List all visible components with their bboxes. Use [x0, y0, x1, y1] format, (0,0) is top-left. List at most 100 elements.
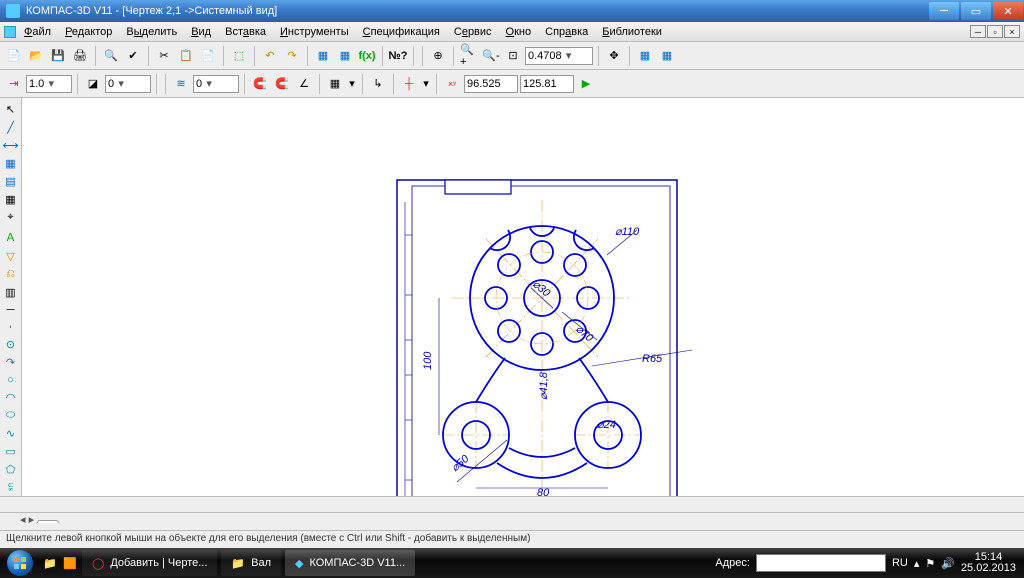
- drawing-canvas[interactable]: ⌀110 ⌀70 ⌀30 R65 ⌀24 ⌀50 80 100 ⌀41,8: [22, 98, 1024, 496]
- menu-insert[interactable]: Вставка: [219, 24, 272, 40]
- menu-select[interactable]: Выделить: [120, 24, 183, 40]
- cut-icon[interactable]: ✂: [154, 46, 174, 66]
- maximize-button[interactable]: ▭: [961, 2, 991, 20]
- coord-y[interactable]: 125.81: [520, 75, 574, 93]
- address-input[interactable]: [756, 554, 886, 572]
- ortho-icon[interactable]: ↳: [368, 74, 388, 94]
- spec-icon[interactable]: ⎌: [2, 267, 20, 282]
- vars-icon[interactable]: f(x): [357, 46, 377, 66]
- doc-tab[interactable]: [37, 520, 59, 523]
- mdi-close[interactable]: ×: [1004, 25, 1020, 38]
- local-cs-icon[interactable]: ┼: [399, 74, 419, 94]
- refresh-icon[interactable]: ▦: [657, 46, 677, 66]
- layer-icon[interactable]: ◪: [83, 74, 103, 94]
- open-icon[interactable]: 📂: [26, 46, 46, 66]
- param-icon[interactable]: ▽: [2, 249, 20, 264]
- layers-icon[interactable]: ▦: [335, 46, 355, 66]
- new-doc-icon[interactable]: 📄: [4, 46, 24, 66]
- copy-icon[interactable]: 📋: [176, 46, 196, 66]
- lang-indicator[interactable]: RU: [892, 557, 908, 569]
- line-icon[interactable]: ╱: [2, 120, 20, 135]
- menu-libs[interactable]: Библиотеки: [596, 24, 668, 40]
- undo-icon[interactable]: ↶: [260, 46, 280, 66]
- grid-dd-icon[interactable]: ▾: [347, 74, 357, 94]
- menu-edit[interactable]: Редактор: [59, 24, 118, 40]
- cont-icon[interactable]: ⫋: [2, 480, 20, 495]
- tray-vol-icon[interactable]: 🔊: [941, 557, 955, 570]
- tray-flag-icon[interactable]: ⚑: [925, 557, 935, 570]
- coord-x[interactable]: 96.525: [464, 75, 518, 93]
- mdi-min[interactable]: ─: [970, 25, 986, 38]
- local-dd-icon[interactable]: ▾: [421, 74, 431, 94]
- start-button[interactable]: [0, 548, 40, 578]
- grid-icon[interactable]: ▦: [325, 74, 345, 94]
- circ-icon[interactable]: ○: [2, 373, 20, 387]
- zoom-all-icon[interactable]: ⊕: [428, 46, 448, 66]
- tray-address-label: Адрес:: [715, 557, 750, 569]
- menu-file[interactable]: Файл: [18, 24, 57, 40]
- spline-icon[interactable]: ∿: [2, 426, 20, 441]
- zoom-in-icon[interactable]: 🔍+: [459, 46, 479, 66]
- redraw-icon[interactable]: ▦: [635, 46, 655, 66]
- pt-icon[interactable]: ·: [2, 320, 20, 334]
- print-icon[interactable]: 🖨: [70, 46, 90, 66]
- paste-icon[interactable]: 📄: [198, 46, 218, 66]
- style-combo[interactable]: 0▾: [193, 75, 239, 93]
- mdi-max[interactable]: ▫: [987, 25, 1003, 38]
- text-icon[interactable]: ▦: [2, 156, 20, 171]
- seg-icon[interactable]: ↷: [2, 355, 20, 370]
- minimize-button[interactable]: ─: [929, 2, 959, 20]
- coord-icon[interactable]: ×ʸ: [442, 74, 462, 94]
- hatch-icon[interactable]: ▤: [2, 174, 20, 189]
- pan-icon[interactable]: ✥: [604, 46, 624, 66]
- grid-step-icon[interactable]: ⇥: [4, 74, 24, 94]
- ell-icon[interactable]: ⬭: [2, 408, 20, 423]
- redo-icon[interactable]: ↷: [282, 46, 302, 66]
- arc-icon[interactable]: ◠: [2, 390, 20, 405]
- select-icon[interactable]: ↖: [2, 102, 20, 117]
- layer-combo[interactable]: 0▾: [105, 75, 151, 93]
- style-icon[interactable]: ≋: [171, 74, 191, 94]
- table-icon[interactable]: ▦: [2, 192, 20, 207]
- task-folder[interactable]: 📁Вал: [221, 550, 281, 576]
- mdi-icon[interactable]: [4, 26, 16, 38]
- snap1-icon[interactable]: 🧲: [250, 74, 270, 94]
- axes-icon[interactable]: ⌖: [2, 210, 20, 225]
- tray-up-icon[interactable]: ▴: [914, 557, 920, 570]
- menu-window[interactable]: Окно: [500, 24, 538, 40]
- menu-tools[interactable]: Инструменты: [274, 24, 355, 40]
- help-icon[interactable]: №?: [388, 46, 408, 66]
- zoom-window-icon[interactable]: ⊡: [503, 46, 523, 66]
- measure-icon[interactable]: Ａ: [2, 228, 20, 246]
- rpt-icon[interactable]: ▥: [2, 285, 20, 300]
- play-icon[interactable]: ▶: [576, 74, 596, 94]
- menu-help[interactable]: Справка: [539, 24, 594, 40]
- dim-icon[interactable]: ⟷: [2, 138, 20, 153]
- close-button[interactable]: ✕: [993, 2, 1023, 20]
- menu-service[interactable]: Сервис: [448, 24, 498, 40]
- save-icon[interactable]: 💾: [48, 46, 68, 66]
- task-opera[interactable]: ◯Добавить | Черте...: [82, 550, 217, 576]
- spelling-icon[interactable]: ✔: [123, 46, 143, 66]
- ltb-sep: ─: [2, 303, 20, 317]
- snap2-icon[interactable]: 🧲: [272, 74, 292, 94]
- zoom-out-icon[interactable]: 🔍-: [481, 46, 501, 66]
- tray-clock[interactable]: 15:1425.02.2013: [961, 552, 1016, 574]
- menu-view[interactable]: Вид: [185, 24, 217, 40]
- poly-icon[interactable]: ⬠: [2, 462, 20, 477]
- window-title: КОМПАС-3D V11 - [Чертеж 2,1 ->Системный …: [26, 5, 277, 17]
- pin-player-icon[interactable]: 🟧: [60, 553, 80, 573]
- zoom-combo[interactable]: 0.4708▾: [525, 47, 593, 65]
- preview-icon[interactable]: 🔍: [101, 46, 121, 66]
- menu-spec[interactable]: Спецификация: [357, 24, 446, 40]
- rect-icon[interactable]: ▭: [2, 444, 20, 459]
- step-combo[interactable]: 1.0▾: [26, 75, 72, 93]
- tree-icon[interactable]: ▦: [313, 46, 333, 66]
- aux-icon[interactable]: ⊙: [2, 337, 20, 352]
- task-kompas[interactable]: ◆КОМПАС-3D V11...: [285, 550, 415, 576]
- props-icon[interactable]: ⬚: [229, 46, 249, 66]
- snap3-icon[interactable]: ∠: [294, 74, 314, 94]
- hscroll[interactable]: [0, 496, 1024, 512]
- svg-text:⌀41,8: ⌀41,8: [538, 371, 550, 400]
- pin-explorer-icon[interactable]: 📁: [40, 553, 60, 573]
